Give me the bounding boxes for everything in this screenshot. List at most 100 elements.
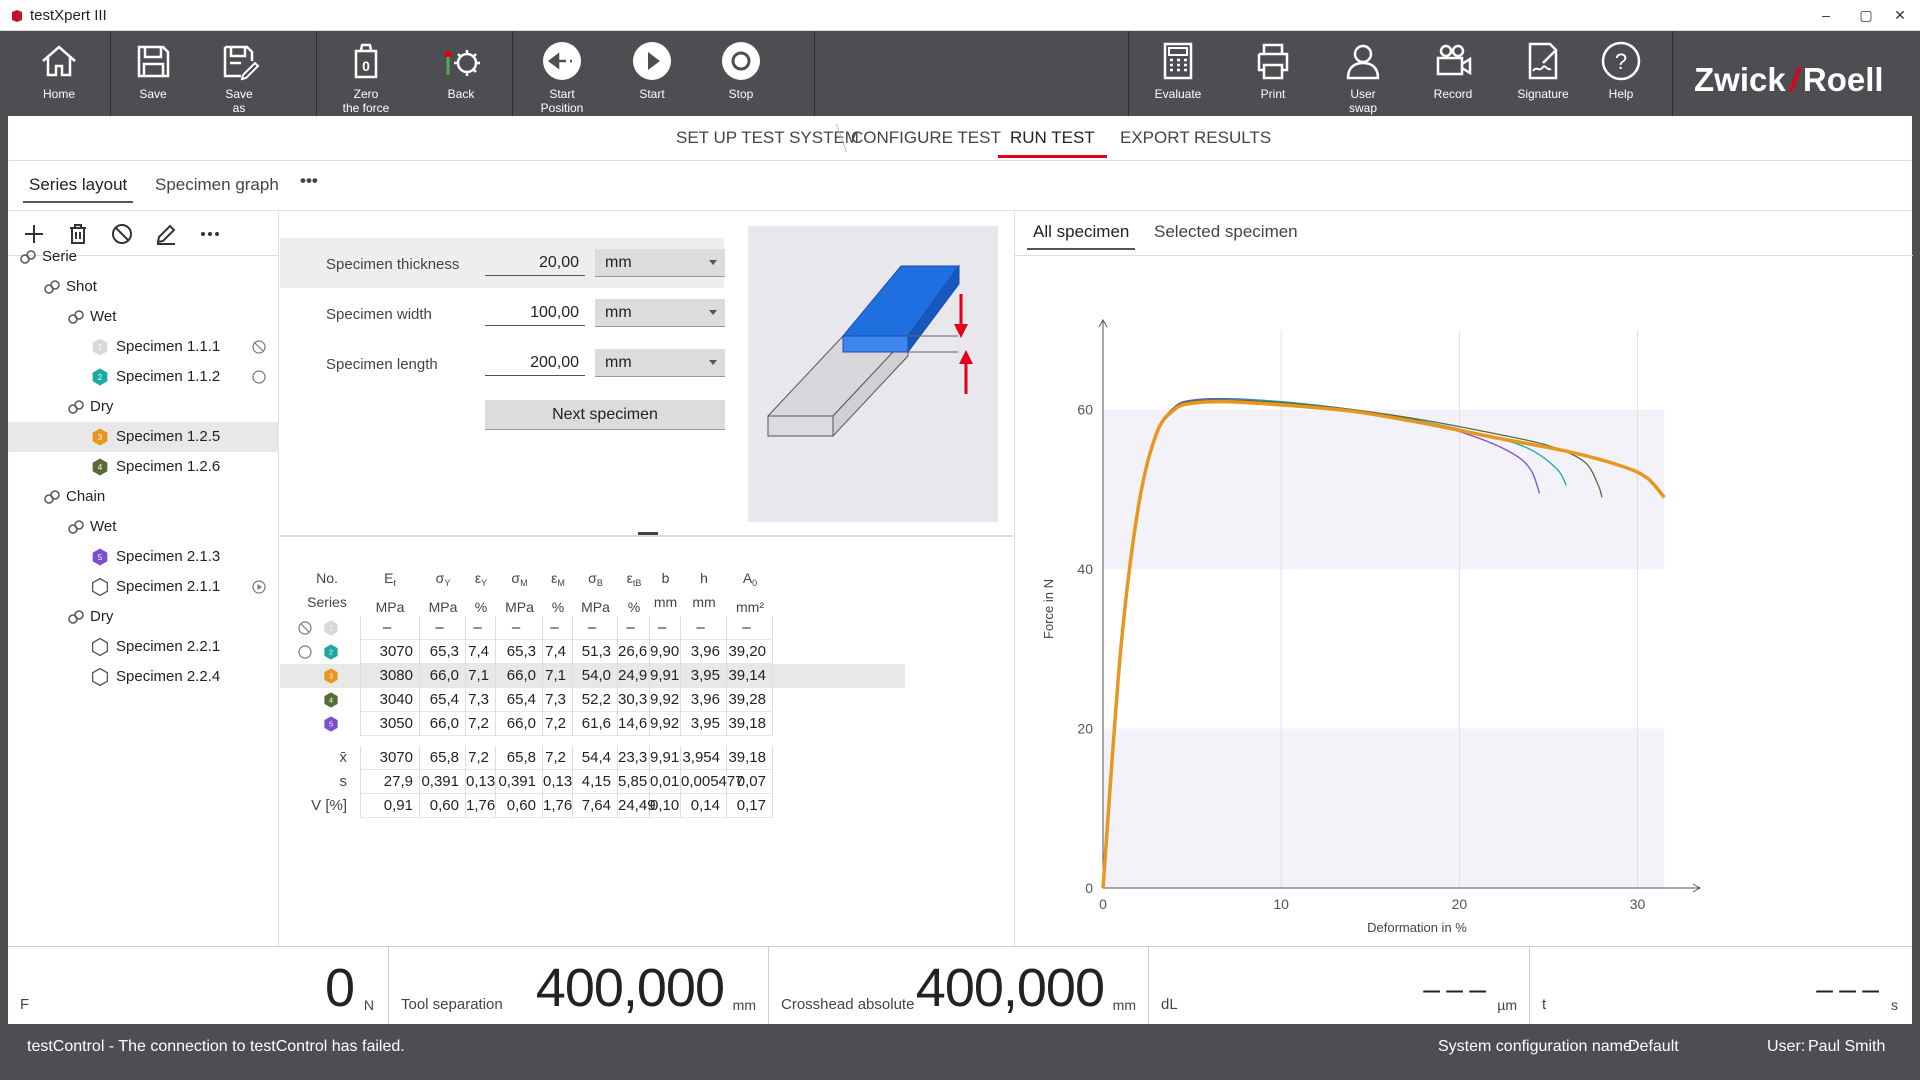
tab-specimen-graph[interactable]: Specimen graph: [155, 175, 279, 195]
step-configure-test[interactable]: CONFIGURE TEST: [851, 128, 1001, 148]
tab-selected-specimen[interactable]: Selected specimen: [1154, 222, 1298, 242]
table-cell[interactable]: 39,14: [727, 664, 773, 688]
zero-force-button[interactable]: 0 Zero the force: [316, 31, 416, 116]
table-cell[interactable]: 65,3: [420, 640, 466, 664]
table-cell[interactable]: 9,91: [650, 664, 681, 688]
table-cell[interactable]: 65,3: [496, 640, 543, 664]
column-header[interactable]: σM MPa: [496, 566, 543, 619]
table-cell[interactable]: 61,6: [573, 712, 618, 736]
radio-status-icon[interactable]: [298, 645, 312, 659]
table-cell[interactable]: –: [496, 616, 543, 640]
table-cell[interactable]: 7,2: [466, 712, 496, 736]
table-cell[interactable]: 7,2: [543, 712, 573, 736]
save-button[interactable]: Save: [110, 31, 196, 116]
table-cell[interactable]: –: [420, 616, 466, 640]
save-as-button[interactable]: Save as: [196, 31, 282, 116]
tree-item-s221[interactable]: Specimen 2.2.1: [8, 632, 279, 662]
table-cell[interactable]: –: [360, 616, 420, 640]
tree-item-chain-wet[interactable]: Wet: [8, 512, 279, 542]
table-cell[interactable]: 3070: [360, 640, 420, 664]
table-cell[interactable]: 14,6: [618, 712, 650, 736]
width-input[interactable]: 100,00: [485, 300, 585, 326]
table-cell[interactable]: 3080: [360, 664, 420, 688]
tree-item-chain[interactable]: Chain: [8, 482, 279, 512]
table-cell[interactable]: 3050: [360, 712, 420, 736]
tree-item-s126[interactable]: 4 Specimen 1.2.6: [8, 452, 279, 482]
start-position-button[interactable]: Start Position: [512, 31, 612, 116]
thickness-input[interactable]: 20,00: [485, 250, 585, 276]
table-cell[interactable]: –: [573, 616, 618, 640]
step-export-results[interactable]: EXPORT RESULTS: [1120, 128, 1271, 148]
help-button[interactable]: ? Help: [1588, 31, 1654, 116]
home-button[interactable]: Home: [8, 31, 110, 116]
table-cell[interactable]: 7,4: [543, 640, 573, 664]
disabled-status-icon[interactable]: [298, 621, 312, 635]
column-header[interactable]: σY MPa: [420, 566, 466, 619]
user-swap-button[interactable]: User swap: [1318, 31, 1408, 116]
length-input[interactable]: 200,00: [485, 350, 585, 376]
table-cell[interactable]: –: [618, 616, 650, 640]
table-cell[interactable]: 39,18: [727, 712, 773, 736]
table-cell[interactable]: 39,28: [727, 688, 773, 712]
column-header[interactable]: σB MPa: [573, 566, 618, 619]
table-cell[interactable]: 7,3: [466, 688, 496, 712]
table-cell[interactable]: 65,4: [496, 688, 543, 712]
table-cell[interactable]: 3,96: [681, 688, 727, 712]
table-cell[interactable]: 9,92: [650, 688, 681, 712]
disabled-status-icon[interactable]: [252, 340, 266, 354]
table-cell[interactable]: 7,1: [466, 664, 496, 688]
evaluate-button[interactable]: Evaluate: [1128, 31, 1228, 116]
play-status-icon[interactable]: [252, 580, 266, 594]
thickness-unit-select[interactable]: mm: [595, 249, 725, 277]
table-cell[interactable]: –: [543, 616, 573, 640]
tree-item-s111[interactable]: 1 Specimen 1.1.1: [8, 332, 279, 362]
column-header[interactable]: εtB%: [618, 566, 650, 619]
more-tabs-button[interactable]: •••: [300, 171, 318, 191]
table-cell[interactable]: 66,0: [420, 712, 466, 736]
column-header[interactable]: h mm: [681, 566, 727, 614]
tree-item-s211[interactable]: Specimen 2.1.1: [8, 572, 279, 602]
radio-status-icon[interactable]: [252, 370, 266, 384]
record-button[interactable]: Record: [1408, 31, 1498, 116]
table-cell[interactable]: 3040: [360, 688, 420, 712]
tree-item-shot-dry[interactable]: Dry: [8, 392, 279, 422]
tree-item-s125[interactable]: 3 Specimen 1.2.5: [8, 422, 279, 452]
column-header[interactable]: εY%: [466, 566, 496, 619]
column-header[interactable]: A0 mm²: [727, 566, 773, 619]
table-cell[interactable]: 7,4: [466, 640, 496, 664]
close-button[interactable]: ✕: [1880, 2, 1920, 28]
table-cell[interactable]: 24,9: [618, 664, 650, 688]
table-cell[interactable]: –: [681, 616, 727, 640]
start-button[interactable]: Start: [612, 31, 692, 116]
table-cell[interactable]: 65,4: [420, 688, 466, 712]
panel-splitter[interactable]: [280, 532, 1013, 537]
table-cell[interactable]: –: [650, 616, 681, 640]
minimize-button[interactable]: –: [1806, 2, 1846, 28]
table-cell[interactable]: 7,1: [543, 664, 573, 688]
table-cell[interactable]: 3,95: [681, 664, 727, 688]
column-header[interactable]: Et MPa: [360, 566, 420, 619]
back-button[interactable]: Back: [416, 31, 506, 116]
table-cell[interactable]: 26,6: [618, 640, 650, 664]
splitter-handle[interactable]: [638, 532, 658, 535]
tab-series-layout[interactable]: Series layout: [22, 175, 134, 203]
column-header[interactable]: εM%: [543, 566, 573, 619]
tree-item-chain-dry[interactable]: Dry: [8, 602, 279, 632]
table-cell[interactable]: –: [727, 616, 773, 640]
tree-item-shot-wet[interactable]: Wet: [8, 302, 279, 332]
tree-item-s213[interactable]: 5 Specimen 2.1.3: [8, 542, 279, 572]
table-cell[interactable]: 52,2: [573, 688, 618, 712]
table-cell[interactable]: 30,3: [618, 688, 650, 712]
stop-button[interactable]: Stop: [696, 31, 786, 116]
print-button[interactable]: Print: [1228, 31, 1318, 116]
length-unit-select[interactable]: mm: [595, 349, 725, 377]
next-specimen-button[interactable]: Next specimen: [485, 400, 725, 430]
table-cell[interactable]: 66,0: [496, 712, 543, 736]
table-cell[interactable]: 3,96: [681, 640, 727, 664]
table-cell[interactable]: 66,0: [420, 664, 466, 688]
table-cell[interactable]: 54,0: [573, 664, 618, 688]
column-header[interactable]: b mm: [650, 566, 681, 614]
table-cell[interactable]: 51,3: [573, 640, 618, 664]
tree-item-s224[interactable]: Specimen 2.2.4: [8, 662, 279, 692]
tree-item-s112[interactable]: 2 Specimen 1.1.2: [8, 362, 279, 392]
